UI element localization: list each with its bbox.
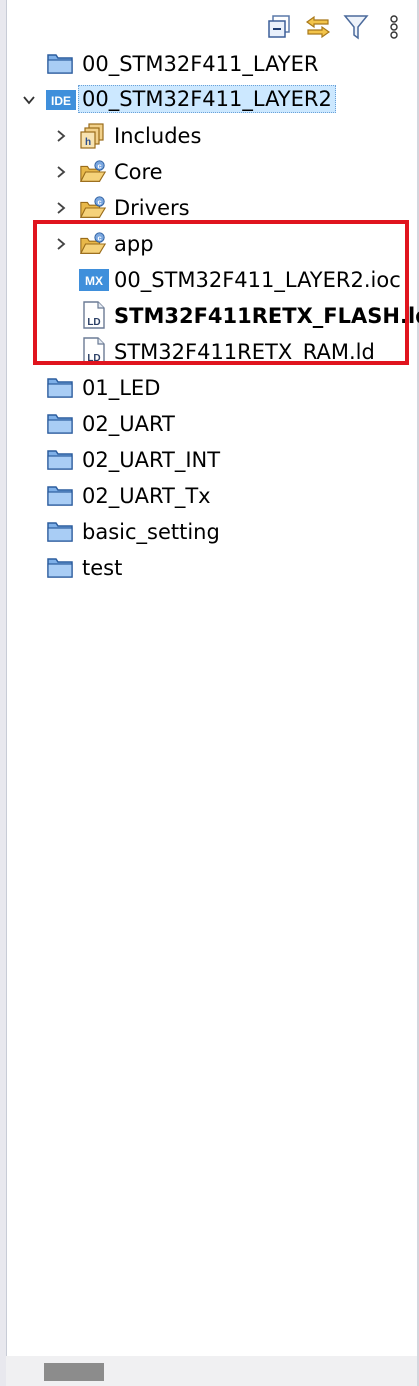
tree-item-label: 02_UART [82, 412, 175, 436]
left-border [0, 0, 7, 1386]
source-folder-icon: c [79, 194, 107, 222]
chevron-right-icon[interactable] [52, 163, 70, 181]
tree-item-label: STM32F411RETX_FLASH.ld [114, 304, 419, 328]
tree-item-label: 01_LED [82, 376, 161, 400]
chevron-right-icon[interactable] [52, 199, 70, 217]
includes-icon: h [79, 122, 107, 150]
svg-text:LD: LD [87, 317, 100, 328]
tree-item-label: 02_UART_Tx [82, 484, 211, 508]
svg-text:c: c [97, 197, 101, 206]
tree-item-label: 00_STM32F411_LAYER2.ioc [114, 268, 401, 292]
view-menu-icon[interactable] [379, 12, 409, 42]
svg-text:LD: LD [87, 353, 100, 364]
tree-item-label: 02_UART_INT [82, 448, 221, 472]
tree-item-label: 00_STM32F411_LAYER [82, 52, 319, 76]
filter-icon[interactable] [341, 12, 371, 42]
svg-text:h: h [85, 137, 91, 148]
closed-project-folder-icon [46, 481, 74, 509]
svg-text:c: c [97, 233, 101, 242]
tree-item-label: Core [114, 160, 163, 184]
tree-item-label: test [82, 556, 123, 580]
view-toolbar [265, 10, 409, 44]
linker-script-icon: LD [80, 337, 108, 365]
link-with-editor-icon[interactable] [303, 12, 333, 42]
mx-file-icon: MX [79, 266, 109, 294]
collapse-all-icon[interactable] [265, 12, 295, 42]
tree-item-label: Includes [114, 124, 202, 148]
chevron-right-icon[interactable] [52, 235, 70, 253]
tree-item-label: Drivers [114, 196, 190, 220]
source-folder-icon: c [79, 158, 107, 186]
tree-item-label: 00_STM32F411_LAYER2 [78, 85, 336, 113]
ide-badge-text: IDE [51, 94, 71, 108]
source-folder-icon: c [79, 230, 107, 258]
closed-project-folder-icon [46, 553, 74, 581]
chevron-down-icon[interactable] [20, 91, 38, 109]
horizontal-scrollbar[interactable] [6, 1356, 417, 1386]
tree-item-label: STM32F411RETX_RAM.ld [114, 340, 375, 364]
closed-project-folder-icon [46, 445, 74, 473]
closed-project-folder-icon [46, 373, 74, 401]
mx-badge-text: MX [85, 274, 103, 288]
closed-project-folder-icon [46, 517, 74, 545]
closed-project-folder-icon [46, 409, 74, 437]
tree-item-label: basic_setting [82, 520, 220, 544]
linker-script-icon: LD [80, 301, 108, 329]
scrollbar-thumb[interactable] [44, 1363, 104, 1381]
svg-text:c: c [97, 161, 101, 170]
tree-item-label: app [114, 232, 154, 256]
ide-project-icon: IDE [46, 86, 76, 114]
chevron-right-icon[interactable] [52, 127, 70, 145]
closed-project-folder-icon [46, 49, 74, 77]
